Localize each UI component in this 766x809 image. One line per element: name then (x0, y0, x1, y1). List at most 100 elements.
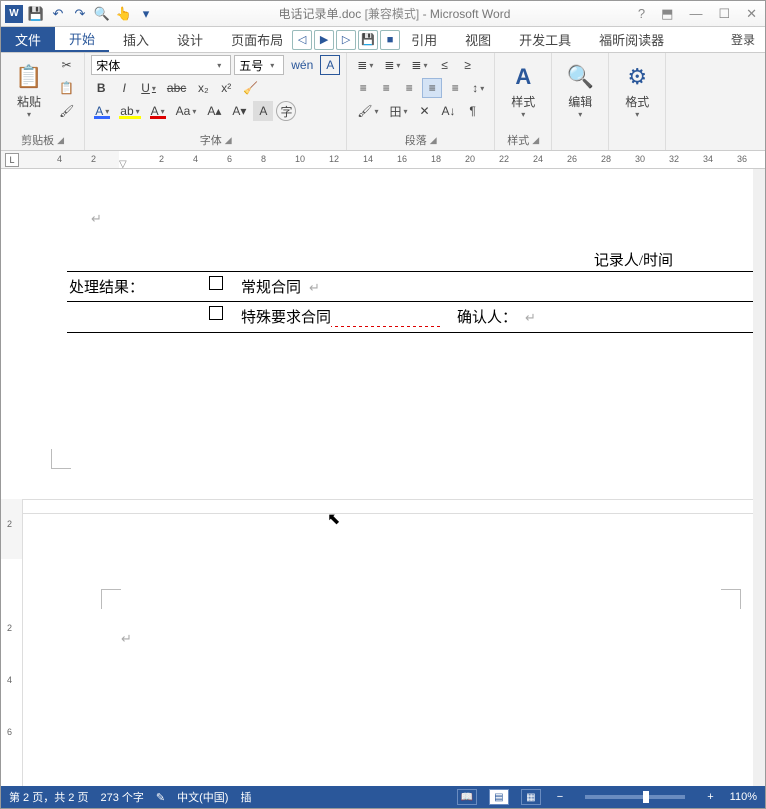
paste-button[interactable]: 📋 粘贴 ▾ (7, 55, 51, 125)
qat-touch[interactable]: 👆 (115, 5, 133, 23)
indent-marker[interactable]: ▽ (119, 159, 127, 169)
zoom-slider[interactable] (585, 795, 685, 799)
bold-button[interactable]: B (91, 78, 111, 98)
decrease-indent-button[interactable]: ≤ (434, 55, 454, 75)
format-label: 格式 (625, 93, 649, 110)
shading-button[interactable]: 🖌▾ (353, 101, 382, 121)
tab-foxit[interactable]: 福昕阅读器 (585, 27, 678, 52)
increase-indent-button[interactable]: ≥ (457, 55, 477, 75)
distributed-button[interactable]: ≡ (445, 78, 465, 98)
shrink-font-button[interactable]: A▾ (228, 101, 250, 121)
ruler-tick: 6 (227, 154, 232, 164)
phonetic-guide-button[interactable]: wén (287, 55, 317, 75)
checkbox-1[interactable] (209, 276, 223, 290)
font-launcher[interactable]: ◢ (225, 135, 232, 146)
page-gap-top (23, 499, 753, 500)
ruler-horizontal[interactable]: L ▽ 422468101214161820222426283032343638 (1, 151, 765, 169)
shade-icon: 🖌 (357, 104, 372, 118)
numbering-button[interactable]: ≣▾ (380, 55, 404, 75)
borders-button[interactable]: 田▾ (386, 101, 412, 121)
align-center-button[interactable]: ≡ (376, 78, 396, 98)
tab-references[interactable]: 引用 (397, 27, 451, 52)
font-size-combo[interactable]: 五号▾ (234, 55, 284, 75)
addin-next[interactable]: ▷ (336, 30, 356, 50)
format-button[interactable]: ⚙格式▾ (615, 55, 659, 125)
zoom-level[interactable]: 110% (730, 791, 757, 803)
para-launcher[interactable]: ◢ (430, 135, 437, 146)
paste-label: 粘贴 (17, 93, 41, 110)
superscript-button[interactable]: x² (216, 78, 236, 98)
qat-redo[interactable]: ↷ (71, 5, 89, 23)
zoom-in-button[interactable]: + (703, 791, 717, 803)
login-link[interactable]: 登录 (721, 27, 765, 52)
view-print-button[interactable]: ▤ (489, 789, 509, 805)
font-color-button[interactable]: A▾ (147, 101, 169, 121)
document-area[interactable]: ↵ 记录人/时间 处理结果： 常规合同↵ 特殊要求合同 确认人： ↵ (1, 169, 765, 786)
highlight-button[interactable]: ab▾ (116, 101, 143, 121)
zoom-out-button[interactable]: − (553, 791, 567, 803)
view-web-button[interactable]: ▦ (521, 789, 541, 805)
qat-more[interactable]: ▾ (137, 5, 155, 23)
italic-button[interactable]: I (114, 78, 134, 98)
maximize-button[interactable]: ☐ (714, 6, 734, 22)
zoom-thumb[interactable] (643, 791, 649, 803)
align-right-button[interactable]: ≡ (399, 78, 419, 98)
status-insert[interactable]: 插 (240, 789, 251, 805)
qat-undo[interactable]: ↶ (49, 5, 67, 23)
close-button[interactable]: ✕ (742, 6, 761, 22)
styles-button[interactable]: A样式▾ (501, 55, 545, 125)
help-button[interactable]: ? (634, 6, 649, 22)
subscript-button[interactable]: x₂ (193, 78, 213, 98)
line-spacing-button[interactable]: ↕▾ (468, 78, 488, 98)
strike-button[interactable]: abc (163, 78, 190, 98)
tab-file[interactable]: 文件 (1, 27, 55, 52)
enclose-char-button[interactable]: 字 (276, 101, 296, 121)
qat-preview[interactable]: 🔍 (93, 5, 111, 23)
addin-save[interactable]: 💾 (358, 30, 378, 50)
char-border-button[interactable]: A (320, 55, 340, 75)
qat-save[interactable]: 💾 (27, 5, 45, 23)
tab-home[interactable]: 开始 (55, 27, 109, 52)
tab-layout[interactable]: 页面布局 (217, 27, 297, 52)
clipboard-launcher[interactable]: ◢ (57, 135, 64, 146)
tab-developer[interactable]: 开发工具 (505, 27, 585, 52)
text-effects-button[interactable]: A▾ (91, 101, 113, 121)
change-case-button[interactable]: Aa▾ (172, 101, 201, 121)
scrollbar-vertical[interactable] (753, 169, 765, 786)
char-shading-button[interactable]: A (253, 101, 273, 121)
multilevel-button[interactable]: ≣▾ (407, 55, 431, 75)
snap-button[interactable]: ✕ (415, 101, 435, 121)
tab-view[interactable]: 视图 (451, 27, 505, 52)
cut-button[interactable]: ✂ (55, 55, 78, 75)
checkbox-2[interactable] (209, 306, 223, 320)
copy-button[interactable]: 📋 (55, 78, 78, 98)
find-icon: 🔍 (567, 61, 594, 93)
tab-design[interactable]: 设计 (163, 27, 217, 52)
font-name-combo[interactable]: 宋体▾ (91, 55, 231, 75)
styles-launcher[interactable]: ◢ (532, 135, 539, 146)
grow-font-button[interactable]: A▴ (203, 101, 225, 121)
borders-icon: 田 (390, 103, 402, 120)
clear-format-button[interactable]: 🧹 (239, 78, 262, 98)
addin-prev[interactable]: ◁ (292, 30, 312, 50)
bullets-button[interactable]: ≣▾ (353, 55, 377, 75)
sort-button[interactable]: A↓ (438, 101, 460, 121)
find-button[interactable]: 🔍编辑▾ (558, 55, 602, 125)
show-marks-button[interactable]: ¶ (463, 101, 483, 121)
underline-button[interactable]: U▾ (137, 78, 160, 98)
align-left-button[interactable]: ≡ (353, 78, 373, 98)
addin-play[interactable]: ▶ (314, 30, 334, 50)
status-words[interactable]: 273 个字 (100, 789, 143, 805)
ribbon-options-button[interactable]: ⬒ (657, 6, 677, 22)
tab-insert[interactable]: 插入 (109, 27, 163, 52)
status-page[interactable]: 第 2 页，共 2 页 (9, 789, 88, 805)
view-read-button[interactable]: 📖 (457, 789, 477, 805)
minimize-button[interactable]: — (685, 6, 706, 22)
tab-selector[interactable]: L (5, 153, 19, 167)
status-language[interactable]: 中文(中国) (177, 789, 228, 805)
align-justify-button[interactable]: ≡ (422, 78, 442, 98)
ruler-vertical[interactable]: 2246 (1, 499, 23, 786)
status-proofing-icon[interactable]: ✎ (156, 791, 165, 804)
title-bar: W 💾 ↶ ↷ 🔍 👆 ▾ 电话记录单.doc [兼容模式] - Microso… (1, 1, 765, 27)
format-painter-button[interactable]: 🖌 (55, 101, 78, 121)
